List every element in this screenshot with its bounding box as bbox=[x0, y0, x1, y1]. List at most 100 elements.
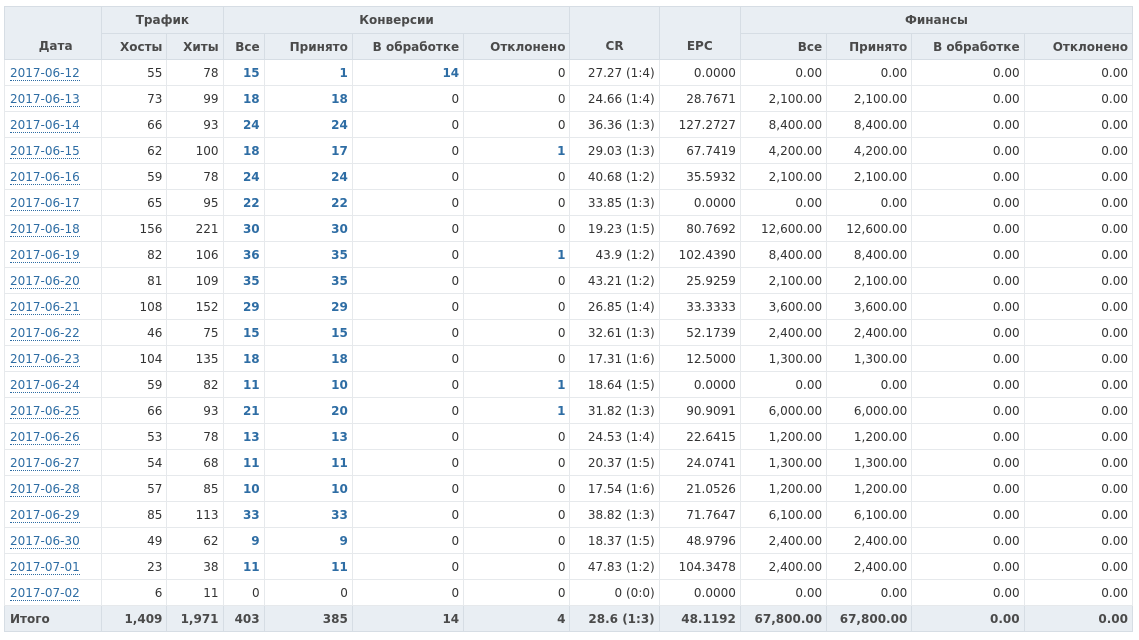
cell-conv-all-value[interactable]: 9 bbox=[251, 534, 259, 548]
cell-conv-accepted-value[interactable]: 15 bbox=[331, 326, 348, 340]
cell-conv-rejected[interactable]: 1 bbox=[463, 137, 571, 164]
cell-conv-accepted-value[interactable]: 22 bbox=[331, 196, 348, 210]
date-link[interactable]: 2017-06-27 bbox=[10, 455, 80, 471]
cell-conv-accepted[interactable]: 17 bbox=[263, 137, 353, 164]
cell-conv-all-value[interactable]: 21 bbox=[243, 404, 260, 418]
cell-conv-accepted[interactable]: 13 bbox=[263, 423, 353, 450]
cell-conv-accepted-value[interactable]: 30 bbox=[331, 222, 348, 236]
cell-conv-all[interactable]: 11 bbox=[222, 449, 265, 476]
cell-date[interactable]: 2017-06-28 bbox=[3, 475, 103, 502]
cell-conv-accepted-value[interactable]: 18 bbox=[331, 92, 348, 106]
col-header-fin-all[interactable]: Все bbox=[739, 33, 828, 60]
cell-conv-all[interactable]: 13 bbox=[222, 423, 265, 450]
col-header-date[interactable]: Дата bbox=[3, 6, 103, 60]
date-link[interactable]: 2017-06-22 bbox=[10, 325, 80, 341]
cell-conv-all[interactable]: 9 bbox=[222, 527, 265, 554]
col-header-conv-accepted[interactable]: Принято bbox=[263, 33, 353, 60]
date-link[interactable]: 2017-07-02 bbox=[10, 585, 80, 601]
cell-date[interactable]: 2017-06-27 bbox=[3, 449, 103, 476]
cell-conv-accepted[interactable]: 35 bbox=[263, 267, 353, 294]
cell-conv-all-value[interactable]: 22 bbox=[243, 196, 260, 210]
cell-conv-all-value[interactable]: 33 bbox=[243, 508, 260, 522]
cell-conv-accepted[interactable]: 18 bbox=[263, 85, 353, 112]
col-header-conv-rejected[interactable]: Отклонено bbox=[463, 33, 571, 60]
cell-date[interactable]: 2017-06-13 bbox=[3, 85, 103, 112]
cell-conv-accepted[interactable]: 11 bbox=[263, 553, 353, 580]
cell-conv-accepted-value[interactable]: 20 bbox=[331, 404, 348, 418]
cell-conv-all-value[interactable]: 18 bbox=[243, 144, 260, 158]
cell-conv-all[interactable]: 18 bbox=[222, 345, 265, 372]
date-link[interactable]: 2017-06-28 bbox=[10, 481, 80, 497]
date-link[interactable]: 2017-06-21 bbox=[10, 299, 80, 315]
cell-conv-all[interactable]: 21 bbox=[222, 397, 265, 424]
cell-conv-accepted[interactable]: 33 bbox=[263, 501, 353, 528]
cell-conv-all[interactable]: 11 bbox=[222, 553, 265, 580]
cell-conv-all[interactable]: 15 bbox=[222, 319, 265, 346]
cell-conv-accepted-value[interactable]: 24 bbox=[331, 118, 348, 132]
cell-conv-accepted[interactable]: 10 bbox=[263, 371, 353, 398]
cell-conv-all-value[interactable]: 11 bbox=[243, 560, 260, 574]
col-header-hits[interactable]: Хиты bbox=[166, 33, 224, 60]
cell-conv-all[interactable]: 33 bbox=[222, 501, 265, 528]
cell-conv-accepted[interactable]: 22 bbox=[263, 189, 353, 216]
col-header-epc[interactable]: EPC bbox=[658, 6, 741, 60]
date-link[interactable]: 2017-06-12 bbox=[10, 65, 80, 81]
date-link[interactable]: 2017-06-15 bbox=[10, 143, 80, 159]
cell-date[interactable]: 2017-06-29 bbox=[3, 501, 103, 528]
col-header-cr[interactable]: CR bbox=[569, 6, 660, 60]
date-link[interactable]: 2017-06-23 bbox=[10, 351, 80, 367]
cell-conv-all[interactable]: 22 bbox=[222, 189, 265, 216]
cell-date[interactable]: 2017-06-12 bbox=[3, 59, 103, 86]
date-link[interactable]: 2017-06-17 bbox=[10, 195, 80, 211]
cell-conv-accepted-value[interactable]: 18 bbox=[331, 352, 348, 366]
cell-conv-accepted-value[interactable]: 11 bbox=[331, 456, 348, 470]
cell-conv-rejected[interactable]: 1 bbox=[463, 397, 571, 424]
col-header-fin-pending[interactable]: В обработке bbox=[911, 33, 1025, 60]
cell-conv-accepted-value[interactable]: 35 bbox=[331, 274, 348, 288]
cell-date[interactable]: 2017-06-19 bbox=[3, 241, 103, 268]
cell-conv-accepted-value[interactable]: 9 bbox=[340, 534, 348, 548]
cell-date[interactable]: 2017-06-14 bbox=[3, 111, 103, 138]
date-link[interactable]: 2017-06-14 bbox=[10, 117, 80, 133]
cell-conv-accepted-value[interactable]: 10 bbox=[331, 378, 348, 392]
cell-conv-accepted[interactable]: 11 bbox=[263, 449, 353, 476]
cell-conv-accepted[interactable]: 24 bbox=[263, 111, 353, 138]
col-header-conv-all[interactable]: Все bbox=[222, 33, 265, 60]
cell-conv-accepted-value[interactable]: 13 bbox=[331, 430, 348, 444]
cell-conv-all-value[interactable]: 18 bbox=[243, 92, 260, 106]
date-link[interactable]: 2017-06-18 bbox=[10, 221, 80, 237]
cell-conv-all-value[interactable]: 18 bbox=[243, 352, 260, 366]
col-header-fin-accepted[interactable]: Принято bbox=[826, 33, 913, 60]
total-conv-pending[interactable]: 14 bbox=[351, 605, 465, 632]
cell-conv-all-value[interactable]: 29 bbox=[243, 300, 260, 314]
cell-conv-all-value[interactable]: 15 bbox=[243, 66, 260, 80]
cell-conv-all[interactable]: 24 bbox=[222, 111, 265, 138]
cell-conv-accepted-value[interactable]: 11 bbox=[331, 560, 348, 574]
cell-conv-accepted[interactable]: 15 bbox=[263, 319, 353, 346]
cell-conv-accepted[interactable]: 35 bbox=[263, 241, 353, 268]
cell-conv-all[interactable]: 18 bbox=[222, 137, 265, 164]
cell-conv-all-value[interactable]: 35 bbox=[243, 274, 260, 288]
cell-date[interactable]: 2017-06-18 bbox=[3, 215, 103, 242]
cell-date[interactable]: 2017-07-02 bbox=[3, 579, 103, 606]
total-conv-accepted[interactable]: 385 bbox=[263, 605, 353, 632]
cell-conv-all[interactable]: 10 bbox=[222, 475, 265, 502]
cell-conv-all-value[interactable]: 11 bbox=[243, 378, 260, 392]
cell-date[interactable]: 2017-06-21 bbox=[3, 293, 103, 320]
cell-conv-accepted-value[interactable]: 1 bbox=[340, 66, 348, 80]
cell-conv-rejected[interactable]: 1 bbox=[463, 241, 571, 268]
cell-date[interactable]: 2017-06-23 bbox=[3, 345, 103, 372]
cell-date[interactable]: 2017-06-15 bbox=[3, 137, 103, 164]
date-link[interactable]: 2017-06-13 bbox=[10, 91, 80, 107]
cell-conv-accepted[interactable]: 20 bbox=[263, 397, 353, 424]
cell-conv-rejected-value[interactable]: 1 bbox=[557, 404, 565, 418]
cell-date[interactable]: 2017-06-25 bbox=[3, 397, 103, 424]
cell-conv-all-value[interactable]: 11 bbox=[243, 456, 260, 470]
cell-date[interactable]: 2017-06-17 bbox=[3, 189, 103, 216]
cell-conv-accepted-value[interactable]: 24 bbox=[331, 170, 348, 184]
cell-conv-accepted[interactable]: 30 bbox=[263, 215, 353, 242]
cell-conv-all-value[interactable]: 24 bbox=[243, 118, 260, 132]
cell-conv-accepted-value[interactable]: 35 bbox=[331, 248, 348, 262]
date-link[interactable]: 2017-06-24 bbox=[10, 377, 80, 393]
col-header-hosts[interactable]: Хосты bbox=[101, 33, 168, 60]
